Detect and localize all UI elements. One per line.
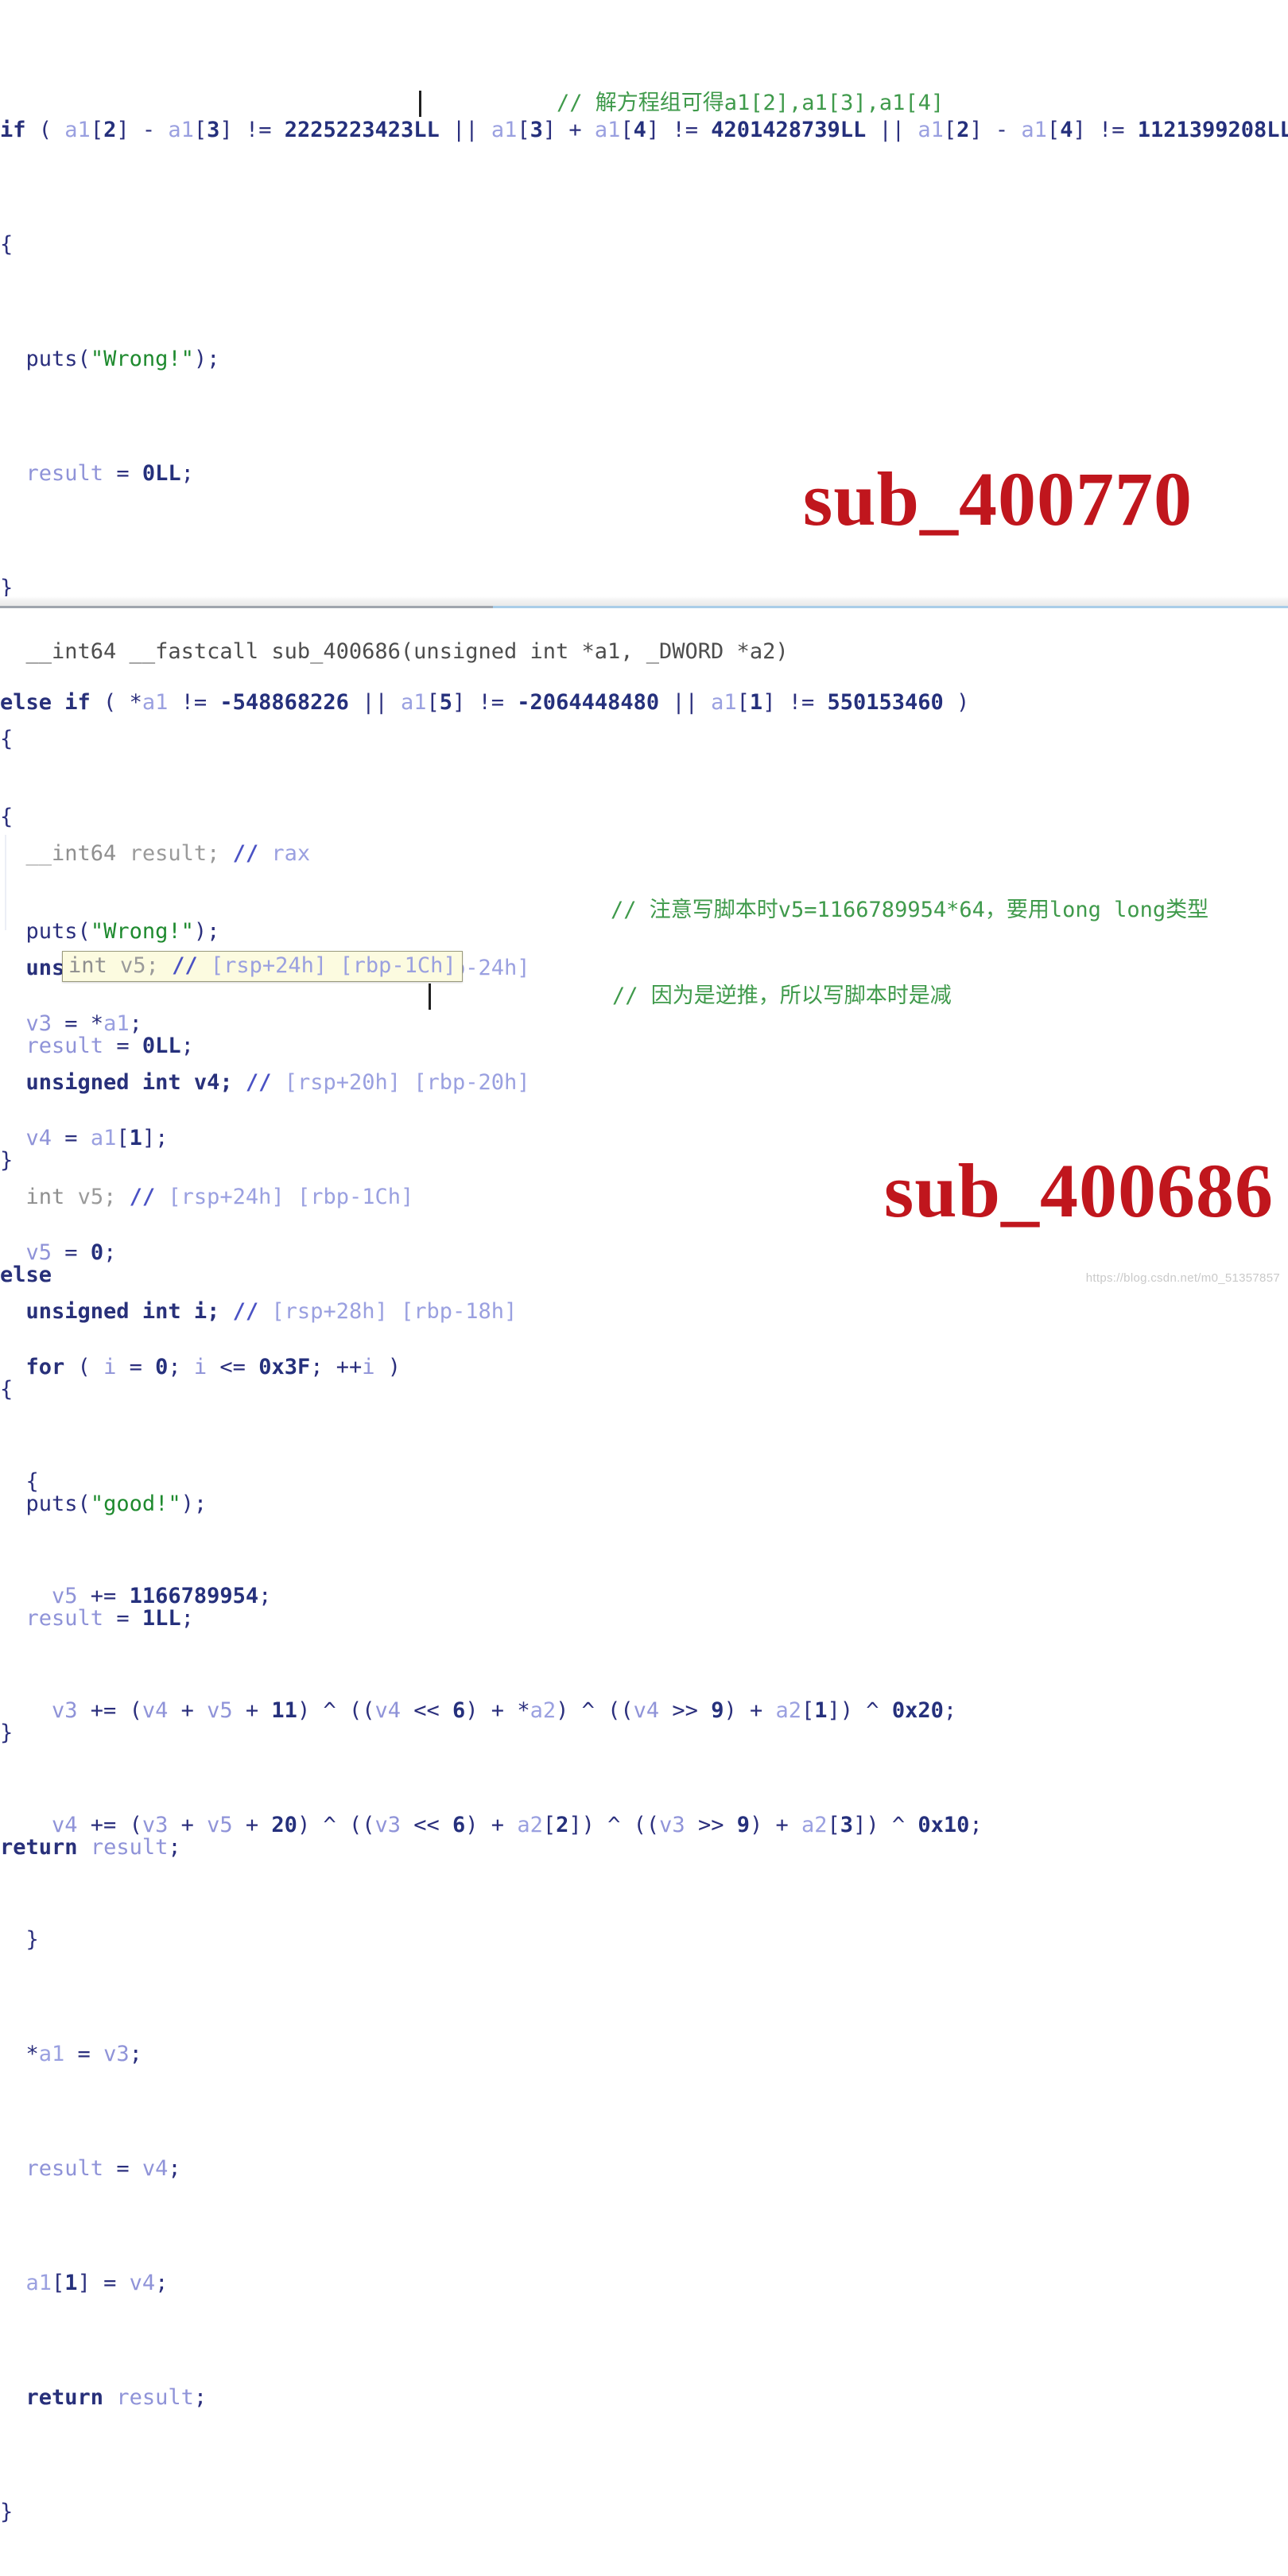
decl-type: __int64 [25, 841, 117, 866]
indent-guide [5, 835, 6, 930]
annotation-comment-equations: // 解方程组可得a1[2],a1[3],a1[4] [557, 91, 945, 115]
code-line[interactable]: puts("Wrong!"); [0, 345, 1288, 374]
code-line[interactable]: v5 = 0; [0, 1239, 1288, 1267]
code-line[interactable]: } [0, 2498, 1288, 2527]
watermark-text: https://blog.csdn.net/m0_51357857 [1085, 1271, 1280, 1285]
code-line[interactable]: v5 += 1166789954; [0, 1582, 1288, 1611]
code-line[interactable]: v3 = *a1; [0, 1010, 1288, 1038]
divider-rule-left [0, 606, 493, 608]
annotation-comment-v5-multiply: // 注意写脚本时v5=1166789954*64，要用long long类型 [611, 898, 1209, 922]
text-cursor-top [419, 91, 421, 117]
code-line[interactable]: v3 += (v4 + v5 + 11) ^ ((v4 << 6) + *a2)… [0, 1697, 1288, 1725]
pane-divider [0, 592, 1288, 609]
divider-rule-right [493, 606, 1288, 608]
code-line[interactable]: *a1 = v3; [0, 2040, 1288, 2069]
decl-comment: rax [271, 841, 311, 866]
code-line[interactable]: { [0, 725, 1288, 754]
code-line[interactable]: return result; [0, 2384, 1288, 2412]
decl-comment-slashes: // [232, 841, 259, 866]
code-line[interactable]: v4 += (v3 + v5 + 20) ^ ((v3 << 6) + a2[2… [0, 1811, 1288, 1840]
code-line[interactable]: a1[1] = v4; [0, 2269, 1288, 2298]
code-line[interactable]: for ( i = 0; i <= 0x3F; ++i ) [0, 1353, 1288, 1382]
decl-name: result; [129, 841, 220, 866]
text-cursor-bottom [429, 983, 431, 1010]
code-line[interactable]: { [0, 1468, 1288, 1496]
tooltip-stack-offsets: [rsp+24h] [rbp-1Ch] [210, 953, 456, 978]
annotation-label-sub-400770: sub_400770 [802, 456, 1193, 541]
annotation-label-sub-400686: sub_400686 [883, 1148, 1274, 1233]
code-line[interactable]: result = v4; [0, 2155, 1288, 2183]
annotation-comment-reverse: // 因为是逆推，所以写脚本时是减 [612, 983, 952, 1008]
code-line[interactable]: } [0, 1926, 1288, 1954]
divider-shade [0, 596, 1288, 606]
hover-tooltip-v5: int v5; // [rsp+24h] [rbp-1Ch] [62, 951, 463, 982]
declaration-row[interactable]: __int64 result; // rax [0, 840, 1288, 868]
code-line[interactable]: if ( a1[2] - a1[3] != 2225223423LL || a1… [0, 116, 1288, 145]
code-line[interactable]: { [0, 231, 1288, 259]
